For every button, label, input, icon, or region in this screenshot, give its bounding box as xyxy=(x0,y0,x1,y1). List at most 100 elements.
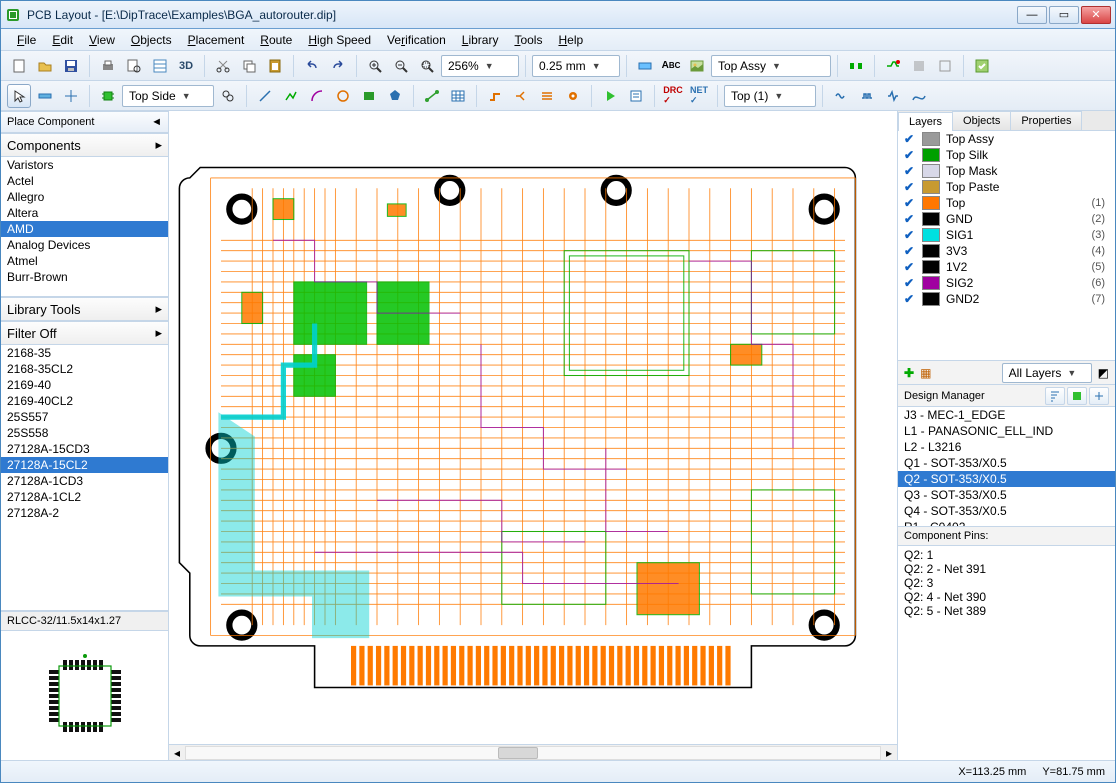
layer-color-swatch[interactable] xyxy=(922,148,940,162)
part-item[interactable]: 2169-40CL2 xyxy=(1,393,168,409)
layer-row[interactable]: ✔ Top Mask xyxy=(898,163,1115,179)
library-tools-section[interactable]: Library Tools▸ xyxy=(1,297,168,321)
layer-visible-icon[interactable]: ✔ xyxy=(902,260,916,274)
filter-section[interactable]: Filter Off▸ xyxy=(1,321,168,345)
meander-icon[interactable] xyxy=(881,84,905,108)
part-item[interactable]: 27128A-2 xyxy=(1,505,168,521)
part-item[interactable]: 25S557 xyxy=(1,409,168,425)
layer-row[interactable]: ✔ 3V3 (4) xyxy=(898,243,1115,259)
picture-icon[interactable] xyxy=(685,54,709,78)
menu-tools[interactable]: Tools xyxy=(506,29,550,50)
layer-color-swatch[interactable] xyxy=(922,276,940,290)
menu-edit[interactable]: Edit xyxy=(44,29,81,50)
dm-net-icon[interactable] xyxy=(1089,387,1109,405)
pin-item[interactable]: Q2: 2 - Net 391 xyxy=(904,562,1109,576)
dm-item[interactable]: Q3 - SOT-353/X0.5 xyxy=(898,487,1115,503)
paste-icon[interactable] xyxy=(263,54,287,78)
menu-help[interactable]: Help xyxy=(550,29,591,50)
minimize-button[interactable]: — xyxy=(1017,6,1047,24)
menu-verification[interactable]: Verification xyxy=(379,29,454,50)
menu-library[interactable]: Library xyxy=(454,29,507,50)
pcb-canvas[interactable] xyxy=(169,111,897,744)
part-item[interactable]: 2169-40 xyxy=(1,377,168,393)
length-tune-icon[interactable] xyxy=(855,84,879,108)
tab-properties[interactable]: Properties xyxy=(1010,111,1082,130)
layer-visible-icon[interactable]: ✔ xyxy=(902,148,916,162)
layer-props-icon[interactable]: ▦ xyxy=(920,366,931,380)
arc-shape-icon[interactable] xyxy=(305,84,329,108)
redo-icon[interactable] xyxy=(326,54,350,78)
layer-row[interactable]: ✔ 1V2 (5) xyxy=(898,259,1115,275)
route-fanout-icon[interactable] xyxy=(509,84,533,108)
tab-objects[interactable]: Objects xyxy=(952,111,1011,130)
grid-combo[interactable]: 0.25 mm▼ xyxy=(532,55,620,77)
library-item[interactable]: Altera xyxy=(1,205,168,221)
zoom-out-icon[interactable] xyxy=(389,54,413,78)
library-list[interactable]: VaristorsActelAllegroAlteraAMDAnalog Dev… xyxy=(1,157,168,297)
ratline-icon[interactable] xyxy=(420,84,444,108)
part-item[interactable]: 27128A-1CD3 xyxy=(1,473,168,489)
zoom-window-icon[interactable] xyxy=(415,54,439,78)
layers-list[interactable]: ✔ Top Assy ✔ Top Silk ✔ Top Mask ✔ Top P… xyxy=(898,131,1115,361)
part-item[interactable]: 27128A-15CD3 xyxy=(1,441,168,457)
route-props-icon[interactable] xyxy=(624,84,648,108)
route-bus-icon[interactable] xyxy=(535,84,559,108)
contrast-icon[interactable]: ◩ xyxy=(1098,366,1109,380)
circle-shape-icon[interactable] xyxy=(331,84,355,108)
pin-item[interactable]: Q2: 5 - Net 389 xyxy=(904,604,1109,618)
diff-pair-icon[interactable] xyxy=(844,54,868,78)
library-item[interactable]: Burr-Brown xyxy=(1,269,168,285)
layer-color-swatch[interactable] xyxy=(922,164,940,178)
zoom-combo[interactable]: 256%▼ xyxy=(441,55,519,77)
dm-item[interactable]: J3 - MEC-1_EDGE xyxy=(898,407,1115,423)
layer-combo[interactable]: Top (1)▼ xyxy=(724,85,816,107)
menu-objects[interactable]: Objects xyxy=(123,29,180,50)
layer-row[interactable]: ✔ Top Silk xyxy=(898,147,1115,163)
layer-row[interactable]: ✔ GND2 (7) xyxy=(898,291,1115,307)
free-meander-icon[interactable] xyxy=(907,84,931,108)
pin-item[interactable]: Q2: 1 xyxy=(904,548,1109,562)
library-item[interactable]: Atmel xyxy=(1,253,168,269)
part-item[interactable]: 27128A-15CL2 xyxy=(1,457,168,473)
drc-icon[interactable]: DRC✓ xyxy=(661,84,685,108)
part-item[interactable]: 2168-35CL2 xyxy=(1,361,168,377)
layer-color-swatch[interactable] xyxy=(922,180,940,194)
copy-icon[interactable] xyxy=(237,54,261,78)
layer-color-swatch[interactable] xyxy=(922,132,940,146)
route-via-icon[interactable] xyxy=(561,84,585,108)
layer-row[interactable]: ✔ Top Paste xyxy=(898,179,1115,195)
dm-item[interactable]: L1 - PANASONIC_ELL_IND xyxy=(898,423,1115,439)
dm-component-icon[interactable] xyxy=(1067,387,1087,405)
layer-color-swatch[interactable] xyxy=(922,228,940,242)
save-icon[interactable] xyxy=(59,54,83,78)
component-pins-list[interactable]: Q2: 1Q2: 2 - Net 391Q2: 3Q2: 4 - Net 390… xyxy=(898,546,1115,760)
library-item[interactable]: Allegro xyxy=(1,189,168,205)
canvas-scroll-horizontal[interactable]: ◂ ▸ xyxy=(169,744,897,760)
open-icon[interactable] xyxy=(33,54,57,78)
find-icon[interactable] xyxy=(216,84,240,108)
library-item[interactable]: AMD xyxy=(1,221,168,237)
menu-view[interactable]: View xyxy=(81,29,123,50)
3d-button[interactable]: 3D xyxy=(174,54,198,78)
pour-icon[interactable] xyxy=(907,54,931,78)
pointer-tool-icon[interactable] xyxy=(7,84,31,108)
dm-item[interactable]: R1 - C0402 xyxy=(898,519,1115,527)
route-setup-icon[interactable] xyxy=(881,54,905,78)
layer-row[interactable]: ✔ SIG1 (3) xyxy=(898,227,1115,243)
assy-combo[interactable]: Top Assy▼ xyxy=(711,55,831,77)
layer-row[interactable]: ✔ Top (1) xyxy=(898,195,1115,211)
polyline-shape-icon[interactable] xyxy=(279,84,303,108)
side-combo[interactable]: Top Side▼ xyxy=(122,85,214,107)
line-shape-icon[interactable] xyxy=(253,84,277,108)
menu-placement[interactable]: Placement xyxy=(180,29,253,50)
layer-color-swatch[interactable] xyxy=(922,196,940,210)
zoom-in-icon[interactable] xyxy=(363,54,387,78)
layer-visible-icon[interactable]: ✔ xyxy=(902,292,916,306)
table-icon[interactable] xyxy=(446,84,470,108)
add-layer-icon[interactable]: ✚ xyxy=(904,366,914,380)
layer-visible-icon[interactable]: ✔ xyxy=(902,276,916,290)
design-manager-list[interactable]: J3 - MEC-1_EDGEL1 - PANASONIC_ELL_INDL2 … xyxy=(898,407,1115,527)
new-icon[interactable] xyxy=(7,54,31,78)
phase-tune-icon[interactable] xyxy=(829,84,853,108)
layer-color-swatch[interactable] xyxy=(922,244,940,258)
